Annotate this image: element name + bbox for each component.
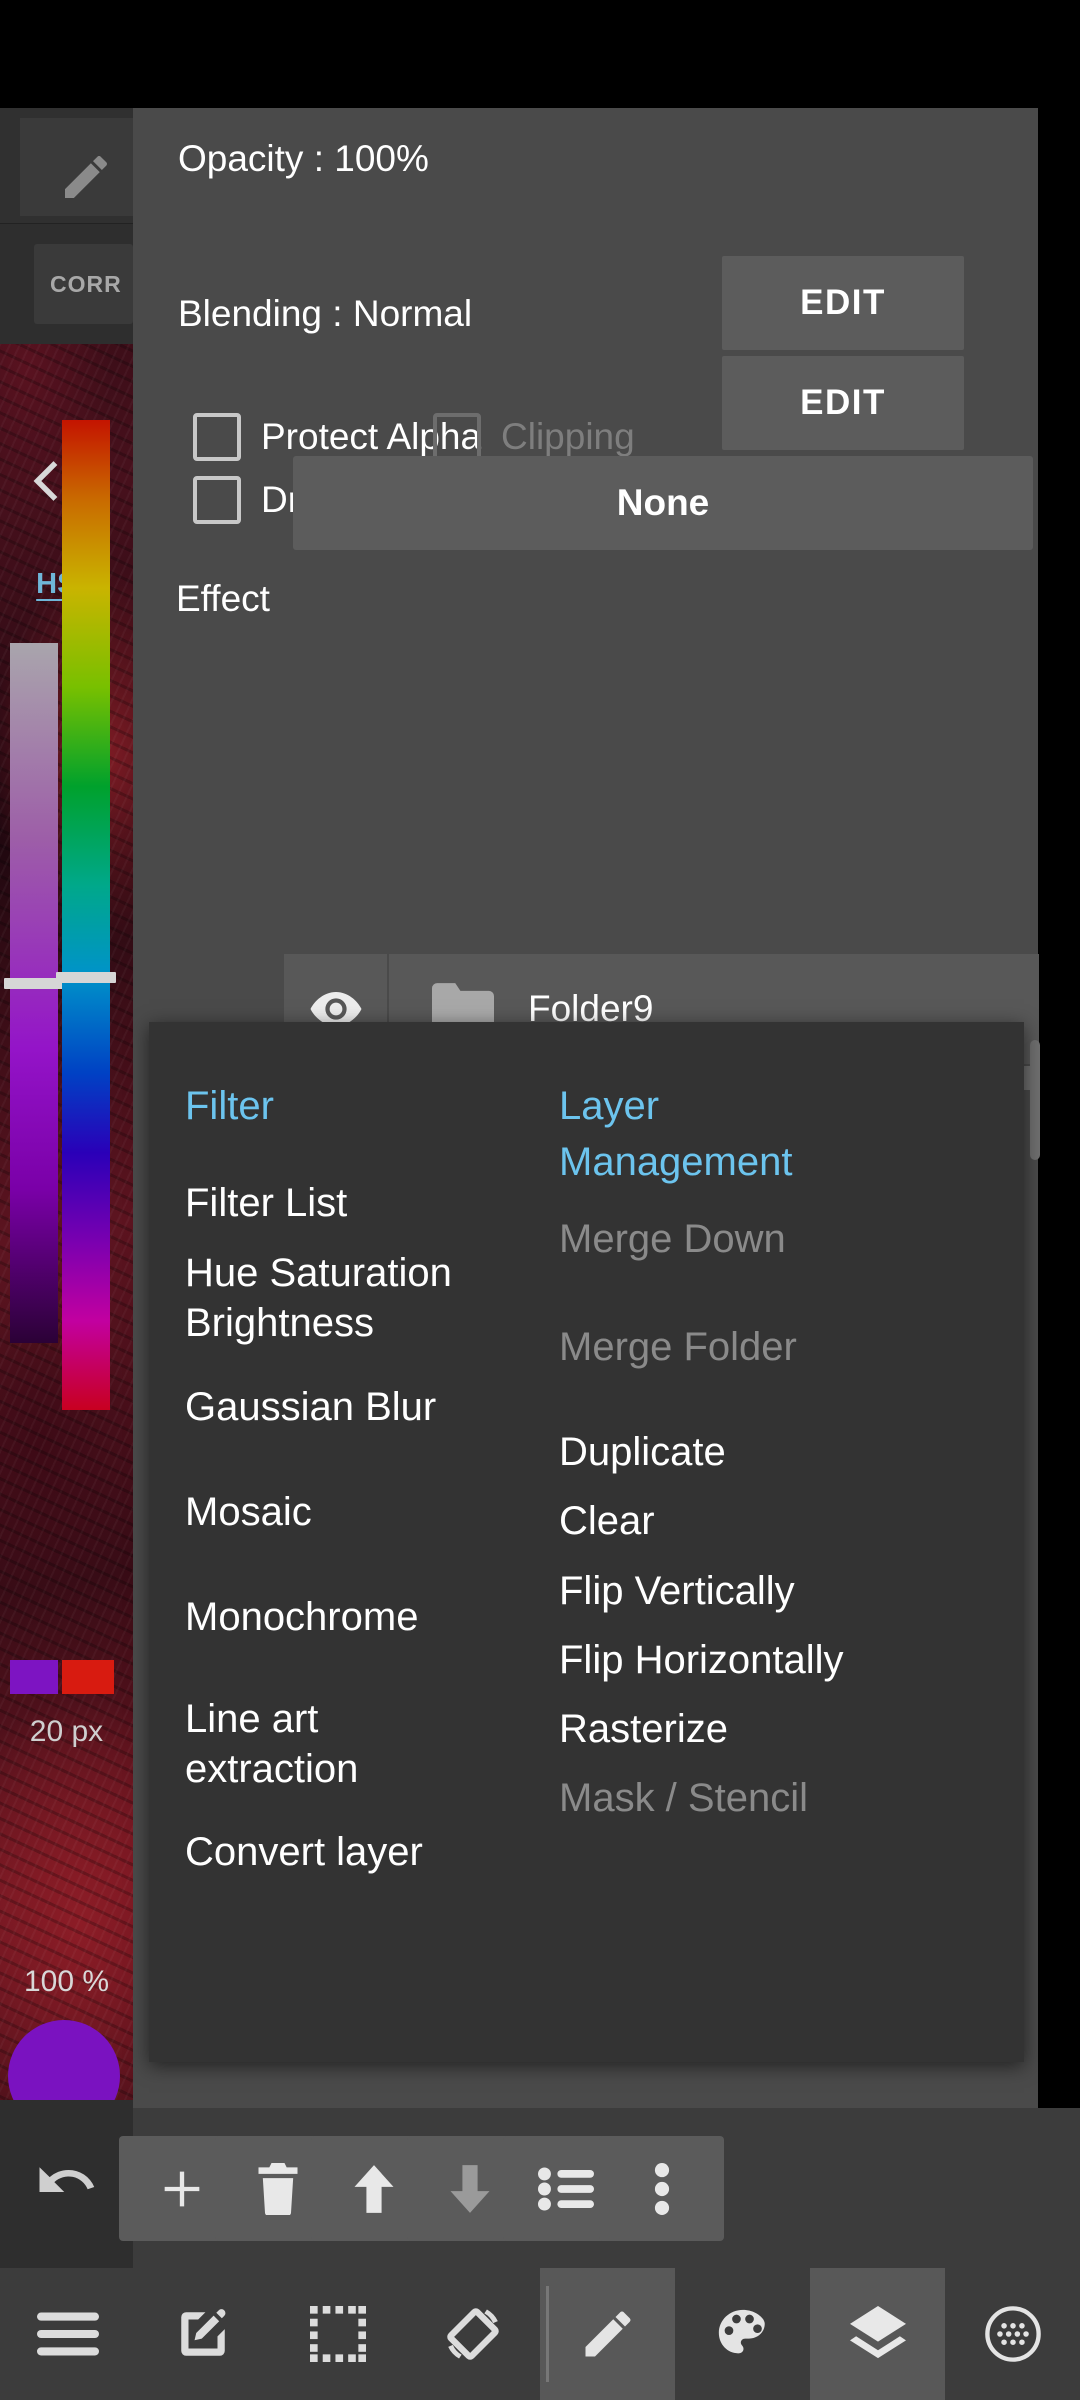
layers-icon	[849, 2306, 906, 2359]
plus-icon	[164, 2171, 199, 2206]
edit-square-icon	[180, 2309, 225, 2356]
layers-tab[interactable]	[810, 2268, 945, 2400]
layer-management-menu-column: Layer Management Merge Down Merge Folder…	[534, 1022, 1024, 2062]
opacity-label: Opacity : 100%	[178, 138, 429, 179]
palette-tab[interactable]	[675, 2268, 810, 2400]
menu-item-filter-list[interactable]: Filter List	[185, 1178, 347, 1228]
brush-opacity-label: 100 %	[23, 1965, 110, 1998]
brush-tab[interactable]	[540, 2268, 675, 2400]
pencil-icon	[585, 2311, 630, 2357]
checkbox-box[interactable]	[193, 413, 241, 461]
left-rail-mid: CORR	[0, 224, 133, 344]
menu-item-flip-horizontally[interactable]: Flip Horizontally	[559, 1635, 844, 1685]
menu-item-line-art-extraction[interactable]: Line art extraction	[185, 1694, 415, 1794]
menu-item-flip-vertically[interactable]: Flip Vertically	[559, 1566, 795, 1616]
blending-row: Blending : Normal	[178, 293, 1080, 335]
list-icon	[537, 2166, 594, 2211]
blending-edit-button[interactable]: EDIT	[722, 356, 964, 450]
menu-item-duplicate[interactable]: Duplicate	[559, 1427, 726, 1477]
filter-menu-column: Filter Filter List Hue Saturation Bright…	[149, 1022, 534, 2062]
brush-size-label: 20 px	[29, 1715, 104, 1748]
transform-tab[interactable]	[405, 2268, 540, 2400]
undo-bar	[0, 2100, 133, 2268]
layer-management-menu-title: Layer Management	[559, 1084, 793, 1184]
left-rail-top	[0, 108, 133, 224]
menu-tab[interactable]	[0, 2268, 135, 2400]
blending-label: Blending : Normal	[178, 293, 473, 334]
menu-item-merge-down: Merge Down	[559, 1217, 786, 1261]
pencil-icon	[65, 156, 107, 198]
menu-item-clear[interactable]: Clear	[559, 1496, 655, 1546]
color-swatch-red[interactable]	[62, 1660, 114, 1694]
eye-icon	[310, 992, 361, 1026]
opacity-row: Opacity : 100%	[178, 138, 1080, 180]
menu-item-rasterize[interactable]: Rasterize	[559, 1704, 728, 1754]
marquee-icon	[309, 2306, 366, 2362]
checkbox-box	[433, 413, 481, 461]
menu-item-mask-stencil: Mask / Stencil	[559, 1776, 808, 1820]
menu-item-convert-layer[interactable]: Convert layer	[185, 1827, 423, 1877]
menu-item-gaussian-blur[interactable]: Gaussian Blur	[185, 1382, 436, 1432]
arrow-down-icon	[450, 2164, 489, 2213]
material-tab[interactable]	[945, 2268, 1080, 2400]
effect-label: Effect	[176, 578, 270, 619]
layer-options-menu: Filter Filter List Hue Saturation Bright…	[149, 1022, 1024, 2062]
saturation-slider-handle[interactable]	[4, 978, 64, 989]
panel-scrollbar[interactable]	[1030, 1040, 1040, 1160]
trash-icon	[258, 2162, 297, 2215]
saturation-slider[interactable]	[10, 643, 58, 1343]
checkbox-box[interactable]	[193, 476, 241, 524]
canvas-tab[interactable]	[135, 2268, 270, 2400]
palette-icon	[718, 2309, 765, 2354]
arrow-up-icon	[354, 2164, 393, 2213]
menu-item-mosaic[interactable]: Mosaic	[185, 1487, 312, 1537]
selection-tab[interactable]	[270, 2268, 405, 2400]
more-options-button[interactable]	[599, 2136, 724, 2241]
more-vertical-icon	[654, 2162, 669, 2215]
layer-action-toolbar	[119, 2108, 1080, 2268]
app-root: CORR HSV 20 px 100 % Opacity : 100% EDIT…	[0, 0, 1080, 2400]
checkbox-label: Clipping	[501, 416, 635, 457]
correction-chip[interactable]: CORR	[34, 244, 133, 324]
effect-select[interactable]: None	[293, 456, 1033, 550]
undo-arrow-icon[interactable]	[34, 2148, 100, 2214]
menu-item-monochrome[interactable]: Monochrome	[185, 1592, 418, 1642]
menu-item-merge-folder: Merge Folder	[559, 1325, 797, 1369]
hue-slider-handle[interactable]	[56, 972, 116, 983]
filter-menu-title: Filter	[185, 1084, 274, 1128]
hue-slider[interactable]	[62, 420, 110, 1410]
nav-divider	[546, 2286, 549, 2382]
dots-circle-icon	[984, 2306, 1041, 2362]
menu-item-hue-saturation-brightness[interactable]: Hue Saturation Brightness	[185, 1248, 485, 1348]
hamburger-icon	[36, 2312, 99, 2356]
brush-tool-button[interactable]	[20, 118, 133, 216]
checkbox-clipping: Clipping	[433, 413, 635, 461]
rotate-icon	[446, 2308, 499, 2360]
bottom-navigation	[0, 2268, 1080, 2400]
color-swatch-purple[interactable]	[10, 1660, 58, 1694]
